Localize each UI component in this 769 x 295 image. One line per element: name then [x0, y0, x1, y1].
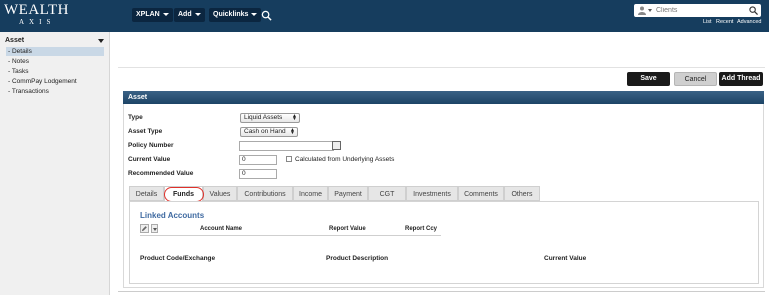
asset-type-select-value: Cash on Hand [244, 128, 286, 135]
quicklinks-menu-button[interactable]: Quicklinks [209, 8, 262, 22]
type-select-value: Liquid Assets [244, 114, 283, 121]
sidebar-item-tasks[interactable]: - Tasks [6, 67, 104, 76]
asset-type-label: Asset Type [128, 128, 163, 135]
tab-investments[interactable]: Investments [406, 186, 458, 201]
sidebar-item-commpay-lodgement[interactable]: - CommPay Lodgement [6, 77, 104, 86]
list-link[interactable]: List [703, 19, 712, 25]
chevron-down-icon [162, 12, 169, 16]
calculated-checkbox-label: Calculated from Underlying Assets [295, 156, 395, 163]
asset-type-select[interactable]: Cash on Hand ▲ ▼ [240, 127, 298, 137]
quicklinks-menu-label: Quicklinks [213, 11, 249, 18]
xplan-menu-button[interactable]: XPLAN [132, 8, 173, 22]
chevron-down-icon [194, 12, 201, 16]
type-label: Type [128, 114, 143, 121]
logo-subtext: AXIS [19, 18, 56, 26]
recommended-value-input[interactable]: 0 [239, 169, 277, 179]
current-value-input[interactable]: 0 [239, 155, 277, 165]
sidebar-item-details[interactable]: - Details [6, 47, 104, 56]
cancel-button[interactable]: Cancel [674, 72, 717, 86]
chevron-down-icon [153, 228, 157, 231]
xplan-menu-label: XPLAN [136, 11, 160, 18]
col-report-value: Report Value [329, 226, 366, 232]
policy-number-input[interactable] [239, 141, 334, 151]
tab-details[interactable]: Details [129, 186, 164, 201]
col-product-description: Product Description [326, 255, 389, 262]
tab-highlight-annotation [164, 187, 204, 202]
col-product-code: Product Code/Exchange [140, 255, 216, 262]
col-account-name: Account Name [200, 226, 243, 232]
header-divider [140, 235, 441, 236]
tab-comments[interactable]: Comments [458, 186, 504, 201]
search-icon[interactable] [749, 6, 758, 15]
select-arrows-icon: ▲ ▼ [290, 127, 295, 136]
col-current-value: Current Value [544, 255, 587, 262]
calculated-checkbox[interactable] [286, 156, 292, 162]
bottom-divider [118, 291, 765, 292]
sidebar-heading: Asset [5, 37, 25, 44]
tab-income[interactable]: Income [293, 186, 328, 201]
chevron-down-icon[interactable] [648, 9, 652, 12]
chevron-down-icon [251, 12, 258, 16]
top-bar: WEALTH AXIS XPLAN Add Quicklinks List Re… [0, 0, 769, 32]
tab-others[interactable]: Others [504, 186, 540, 201]
tab-values[interactable]: Values [203, 186, 237, 201]
client-search-input[interactable] [656, 5, 746, 16]
add-menu-button[interactable]: Add [174, 8, 205, 22]
tab-payment[interactable]: Payment [328, 186, 368, 201]
search-icon[interactable] [261, 10, 272, 21]
funds-tab-panel [129, 201, 759, 284]
col-report-ccy: Report Ccy [405, 226, 438, 232]
recommended-value-label: Recommended Value [128, 170, 194, 177]
options-dropdown-icon[interactable] [151, 224, 158, 233]
advanced-link[interactable]: Advanced [737, 19, 761, 25]
sidebar: Asset - Details - Notes - Tasks - CommPa… [0, 32, 110, 295]
panel-title: Asset [123, 91, 764, 104]
person-icon [638, 6, 646, 15]
select-arrows-icon: ▲ ▼ [292, 113, 297, 122]
policy-number-label: Policy Number [128, 142, 174, 149]
logo-text: WEALTH [4, 2, 69, 18]
type-select[interactable]: Liquid Assets ▲ ▼ [240, 113, 300, 123]
current-value-label: Current Value [128, 156, 171, 163]
linked-accounts-title: Linked Accounts [140, 211, 205, 220]
add-thread-button[interactable]: Add Thread [719, 72, 763, 86]
sidebar-item-transactions[interactable]: - Transactions [6, 87, 104, 96]
policy-lookup-icon[interactable] [332, 141, 341, 150]
collapse-chevron-icon[interactable] [98, 39, 104, 43]
tab-cgt[interactable]: CGT [368, 186, 406, 201]
pencil-icon [141, 226, 147, 232]
recent-link[interactable]: Recent [716, 19, 733, 25]
wealth-axis-logo[interactable]: WEALTH AXIS [4, 2, 76, 28]
sidebar-item-notes[interactable]: - Notes [6, 57, 104, 66]
add-menu-label: Add [178, 11, 192, 18]
edit-icon[interactable] [140, 224, 149, 233]
divider [118, 67, 765, 68]
client-search-box[interactable] [634, 4, 761, 17]
tab-contributions[interactable]: Contributions [237, 186, 293, 201]
save-button[interactable]: Save [627, 72, 670, 86]
